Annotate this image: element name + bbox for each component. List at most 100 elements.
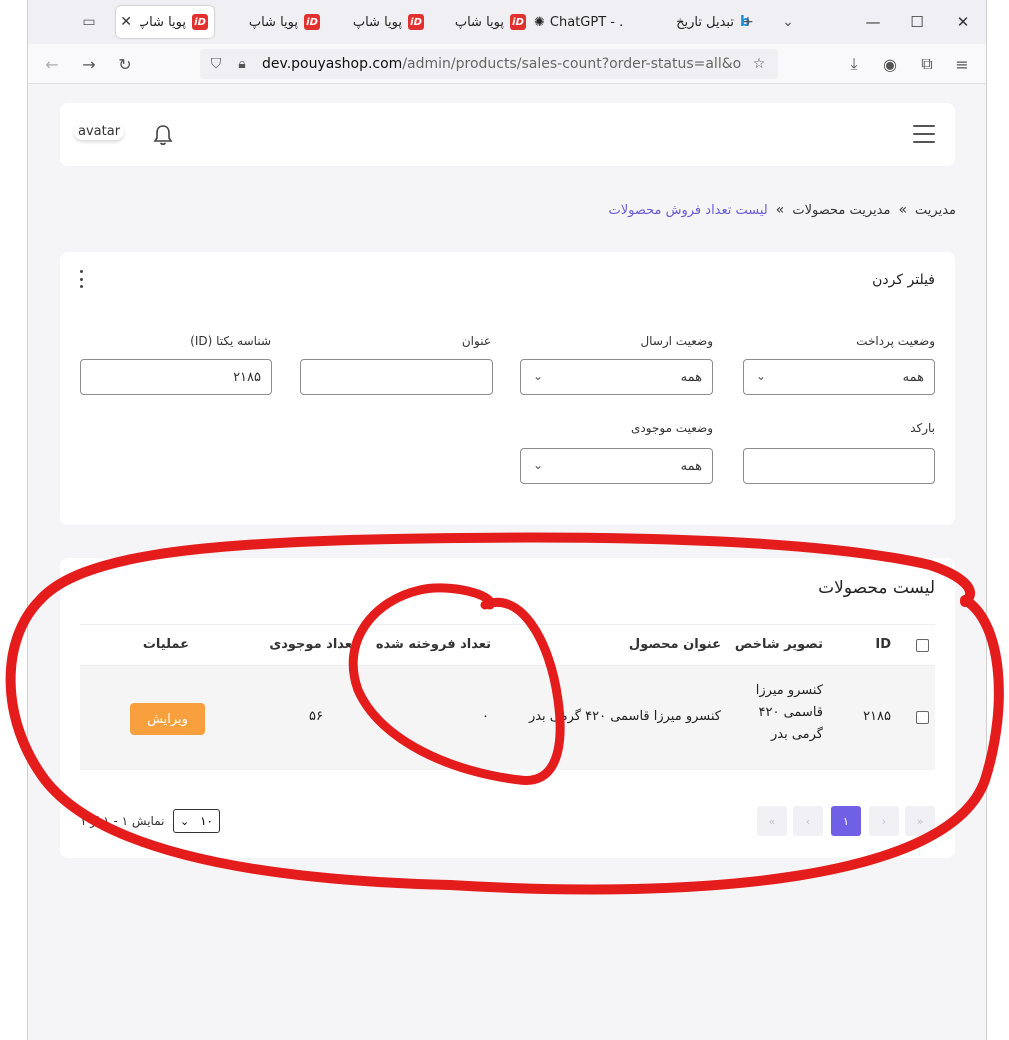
- payment-status-select[interactable]: همه ⌄: [743, 359, 935, 395]
- title-input[interactable]: [300, 359, 493, 395]
- next-page-button[interactable]: ›: [793, 806, 823, 836]
- per-page-select[interactable]: ⌄ ۱۰: [173, 809, 220, 833]
- row-checkbox[interactable]: [916, 711, 929, 724]
- tab-pouyashop-active[interactable]: iD پویا شاپ ✕: [116, 6, 214, 38]
- filter-card: فیلتر کردن وضعیت پرداخت همه ⌄ وضعیت ارسا…: [60, 252, 955, 525]
- url-bar[interactable]: ⛉ 🔒︎ dev.pouyashop.com/admin/products/sa…: [200, 49, 778, 79]
- products-card: لیست محصولات ID تصویر شاخص عنوان محصول ت…: [60, 558, 955, 858]
- breadcrumb-separator: »: [775, 202, 785, 218]
- pouyashop-favicon-icon: iD: [192, 14, 208, 30]
- bookmark-star-icon[interactable]: ☆: [749, 54, 769, 74]
- reload-icon[interactable]: ↻: [114, 53, 136, 75]
- stock-status-label: وضعیت موجودی: [631, 421, 713, 435]
- shipping-status-select[interactable]: همه ⌄: [520, 359, 713, 395]
- breadcrumb-separator: »: [898, 202, 908, 218]
- breadcrumb-item-products[interactable]: مدیریت محصولات: [792, 203, 890, 218]
- back-icon[interactable]: ←: [41, 53, 63, 75]
- tab-label: پویا شاپ: [352, 14, 402, 30]
- breadcrumb-item-admin[interactable]: مدیریت: [915, 203, 956, 218]
- tab-list-icon[interactable]: ▭: [78, 11, 100, 33]
- tab-pouyashop-2[interactable]: iD پویا شاپ: [224, 6, 320, 38]
- column-actions: عملیات: [142, 637, 189, 652]
- id-input[interactable]: ۲۱۸۵: [80, 359, 272, 395]
- new-tab-icon[interactable]: +: [737, 11, 759, 33]
- forward-icon[interactable]: →: [78, 53, 100, 75]
- payment-status-label: وضعیت پرداخت: [856, 334, 935, 348]
- hamburger-menu-icon[interactable]: [913, 125, 935, 143]
- title-label: عنوان: [461, 334, 491, 348]
- barcode-label: بارکد: [910, 421, 935, 435]
- menu-icon[interactable]: ≡: [951, 53, 973, 75]
- select-all-checkbox[interactable]: [916, 639, 929, 652]
- url-domain: dev.pouyashop.com: [262, 56, 403, 72]
- tab-label: ChatGPT - ...: [549, 14, 622, 30]
- close-window-icon[interactable]: ✕: [952, 11, 974, 33]
- stock-status-select[interactable]: همه ⌄: [520, 448, 713, 484]
- current-page-button[interactable]: ۱: [831, 806, 861, 836]
- url-text[interactable]: dev.pouyashop.com/admin/products/sales-c…: [262, 56, 742, 72]
- chevron-down-icon: ⌄: [180, 814, 190, 828]
- breadcrumb: مدیریت » مدیریت محصولات » لیست تعداد فرو…: [608, 202, 956, 218]
- pouyashop-favicon-icon: iD: [304, 14, 320, 30]
- id-label: شناسه یکتا (ID): [190, 334, 271, 348]
- chevron-down-icon: ⌄: [533, 369, 544, 383]
- column-title[interactable]: عنوان محصول: [629, 637, 721, 652]
- column-image: تصویر شاخص: [734, 637, 823, 652]
- barcode-input[interactable]: [743, 448, 935, 484]
- shield-icon[interactable]: ⛉: [206, 54, 226, 74]
- lock-icon[interactable]: 🔒︎: [232, 54, 252, 74]
- minimize-icon[interactable]: —: [862, 11, 884, 33]
- tab-pouyashop-4[interactable]: iD پویا شاپ: [430, 6, 526, 38]
- column-id[interactable]: ID: [875, 637, 891, 652]
- tab-label: پویا شاپ: [140, 14, 186, 30]
- navigation-bar: ← → ↻ ⛉ 🔒︎ dev.pouyashop.com/admin/produ…: [28, 44, 986, 84]
- pagination-summary: نمایش ۱ - ۱ از ۱: [80, 814, 165, 828]
- shipping-status-label: وضعیت ارسال: [640, 334, 713, 348]
- pouyashop-favicon-icon: iD: [510, 14, 526, 30]
- breadcrumb-item-current: لیست تعداد فروش محصولات: [608, 202, 768, 218]
- more-options-icon[interactable]: [78, 270, 84, 288]
- payment-status-value: همه: [902, 369, 924, 385]
- maximize-icon[interactable]: ☐: [906, 11, 928, 33]
- avatar[interactable]: avatar: [74, 123, 124, 140]
- tab-label: پویا شاپ: [454, 14, 504, 30]
- table-header: ID تصویر شاخص عنوان محصول تعداد فروخته ش…: [80, 624, 935, 666]
- edit-button[interactable]: ویرایش: [130, 703, 205, 735]
- row-stock: ۵۶: [309, 709, 323, 724]
- url-path: /admin/products/sales-count?order-status…: [402, 56, 742, 72]
- top-header: avatar: [60, 103, 955, 166]
- shipping-status-value: همه: [680, 369, 702, 385]
- tab-label: پویا شاپ: [248, 14, 298, 30]
- per-page-value: ۱۰: [200, 814, 213, 828]
- first-page-button[interactable]: «: [905, 806, 935, 836]
- chatgpt-favicon-icon: ✺: [534, 14, 545, 30]
- tab-date-converter[interactable]: b تبدیل تاریخ: [632, 6, 750, 38]
- last-page-button[interactable]: »: [757, 806, 787, 836]
- chevron-down-icon: ⌄: [756, 369, 767, 383]
- stock-status-value: همه: [680, 458, 702, 474]
- row-title: کنسرو میرزا قاسمی ۴۲۰ گرمی بدر: [528, 709, 721, 724]
- extensions-icon[interactable]: ⧉: [916, 53, 938, 75]
- tab-pouyashop-3[interactable]: iD پویا شاپ: [328, 6, 424, 38]
- account-icon[interactable]: ◉: [879, 53, 901, 75]
- row-image-alt: کنسرو میرزا قاسمی ۴۲۰ گرمی بدر: [755, 683, 823, 742]
- chevron-down-icon: ⌄: [533, 458, 544, 472]
- browser-window: ▭ iD پویا شاپ ✕ iD پویا شاپ iD پویا شاپ …: [27, 0, 987, 1040]
- pouyashop-favicon-icon: iD: [408, 14, 424, 30]
- prev-page-button[interactable]: ‹: [869, 806, 899, 836]
- admin-page: avatar مدیریت » مدیریت محصولات » لیست تع…: [28, 84, 986, 1040]
- id-value: ۲۱۸۵: [233, 369, 261, 385]
- products-title: لیست محصولات: [818, 578, 935, 598]
- filter-title: فیلتر کردن: [872, 272, 935, 288]
- tab-strip: ▭ iD پویا شاپ ✕ iD پویا شاپ iD پویا شاپ …: [28, 0, 986, 44]
- row-sold: ۰: [482, 709, 489, 724]
- table-row: ۲۱۸۵ کنسرو میرزا قاسمی ۴۲۰ گرمی بدر کنسر…: [80, 666, 935, 770]
- tab-close-icon[interactable]: ✕: [120, 14, 132, 30]
- chevron-down-icon[interactable]: ⌄: [777, 11, 799, 33]
- tab-chatgpt[interactable]: ✺ ChatGPT - ...: [534, 6, 622, 38]
- download-icon[interactable]: ⤓: [843, 53, 865, 75]
- tab-label: تبدیل تاریخ: [676, 14, 734, 30]
- column-sold[interactable]: تعداد فروخته شده: [376, 637, 491, 652]
- notification-bell-icon[interactable]: [152, 123, 174, 147]
- column-stock[interactable]: تعداد موجودی: [269, 637, 357, 652]
